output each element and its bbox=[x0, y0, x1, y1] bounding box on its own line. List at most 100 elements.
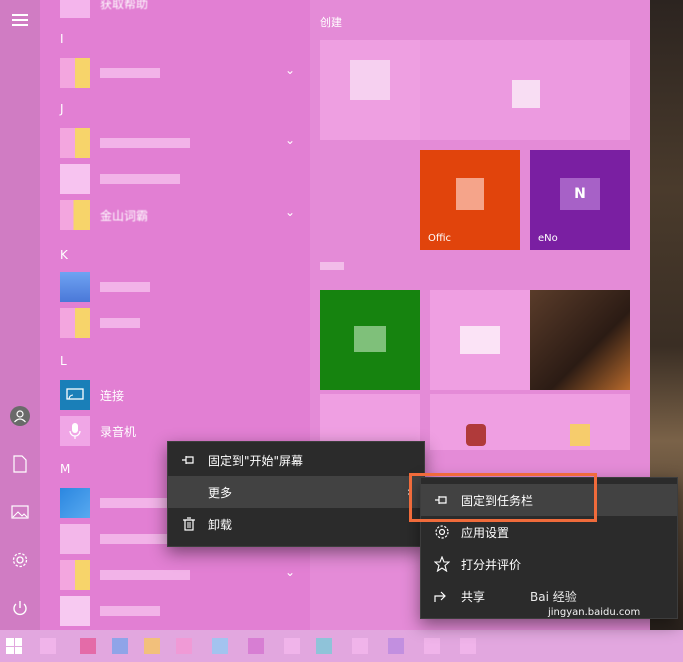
taskbar-item[interactable] bbox=[248, 638, 264, 654]
list-item[interactable]: 金山词霸 ⌄ bbox=[60, 200, 310, 230]
list-item[interactable]: ⌄ bbox=[60, 128, 310, 158]
tile[interactable] bbox=[430, 290, 530, 390]
menu-item-label: 应用设置 bbox=[461, 525, 510, 540]
taskbar-item[interactable] bbox=[284, 638, 300, 654]
list-item[interactable] bbox=[60, 308, 310, 338]
app-icon bbox=[60, 596, 90, 626]
menu-item-more[interactable]: 更多 › bbox=[168, 476, 424, 508]
pin-icon bbox=[180, 454, 198, 466]
onenote-tile[interactable]: N eNo bbox=[530, 150, 630, 250]
taskbar-item[interactable] bbox=[212, 638, 228, 654]
connect-icon bbox=[60, 380, 90, 410]
chevron-down-icon: ⌄ bbox=[285, 63, 296, 77]
settings-gear-icon[interactable] bbox=[8, 548, 32, 572]
list-item[interactable] bbox=[60, 272, 310, 302]
app-label: 金山词霸 bbox=[100, 209, 149, 223]
taskbar-item[interactable] bbox=[352, 638, 368, 654]
list-item[interactable]: ⌄ bbox=[60, 58, 310, 88]
tile-group-title: 创建 bbox=[320, 16, 342, 29]
trash-icon bbox=[180, 517, 198, 531]
taskbar-item[interactable] bbox=[388, 638, 404, 654]
menu-item-uninstall[interactable]: 卸载 bbox=[168, 508, 424, 540]
gear-icon bbox=[433, 524, 451, 540]
start-left-rail bbox=[0, 0, 40, 630]
onenote-icon-letter: N bbox=[574, 186, 586, 202]
documents-icon[interactable] bbox=[8, 452, 32, 476]
taskbar-item[interactable] bbox=[112, 638, 128, 654]
chevron-down-icon: ⌄ bbox=[285, 133, 296, 147]
share-icon bbox=[433, 589, 451, 603]
tile[interactable] bbox=[530, 394, 630, 450]
list-item[interactable] bbox=[60, 596, 310, 626]
annotation-highlight-box bbox=[409, 473, 597, 522]
tile-icon bbox=[350, 60, 390, 100]
windows-start-icon[interactable] bbox=[6, 638, 22, 654]
office-icon bbox=[456, 178, 484, 210]
tile-label: Offic bbox=[428, 233, 452, 244]
tile-icon bbox=[354, 326, 386, 352]
section-letter[interactable]: M bbox=[60, 462, 70, 476]
section-letter[interactable]: J bbox=[60, 102, 64, 116]
taskbar bbox=[0, 630, 683, 662]
context-menu: 固定到"开始"屏幕 更多 › 卸载 bbox=[167, 441, 425, 547]
app-icon bbox=[60, 308, 90, 338]
office-tile[interactable]: Offic bbox=[420, 150, 520, 250]
star-icon bbox=[433, 556, 451, 572]
tile[interactable] bbox=[320, 40, 420, 140]
taskbar-item[interactable] bbox=[144, 638, 160, 654]
menu-item-label: 固定到"开始"屏幕 bbox=[208, 453, 304, 468]
app-icon bbox=[60, 164, 90, 194]
desktop: 获取帮助 I ⌄ J ⌄ 金山词霸 ⌄ K L 连接 录音机 M ⌄ 创建 Of… bbox=[0, 0, 683, 662]
taskbar-item[interactable] bbox=[316, 638, 332, 654]
list-item[interactable]: 获取帮助 bbox=[60, 0, 310, 18]
taskbar-item[interactable] bbox=[460, 638, 476, 654]
menu-item-label: 共享 bbox=[461, 589, 486, 604]
app-label: 录音机 bbox=[100, 425, 137, 439]
app-icon bbox=[60, 488, 90, 518]
chevron-down-icon: ⌄ bbox=[285, 205, 296, 219]
section-letter[interactable]: L bbox=[60, 354, 67, 368]
tile[interactable] bbox=[420, 40, 630, 140]
blurred-label bbox=[100, 318, 140, 328]
blurred-label bbox=[100, 174, 180, 184]
pictures-icon[interactable] bbox=[8, 500, 32, 524]
taskbar-item[interactable] bbox=[40, 638, 56, 654]
app-icon bbox=[60, 272, 90, 302]
app-label: 连接 bbox=[100, 389, 125, 403]
chevron-down-icon: ⌄ bbox=[285, 565, 296, 579]
tile[interactable] bbox=[430, 394, 530, 450]
menu-item-pin-to-start[interactable]: 固定到"开始"屏幕 bbox=[168, 444, 424, 476]
menu-item-label: 卸载 bbox=[208, 517, 233, 532]
menu-item-rate-review[interactable]: 打分并评价 bbox=[421, 548, 677, 580]
tile-icon bbox=[512, 80, 540, 108]
tile-icon bbox=[466, 424, 486, 446]
blurred-label bbox=[100, 68, 160, 78]
app-icon bbox=[60, 560, 90, 590]
voice-recorder-icon bbox=[60, 416, 90, 446]
taskbar-item[interactable] bbox=[424, 638, 440, 654]
blurred-label bbox=[100, 570, 190, 580]
power-icon[interactable] bbox=[8, 596, 32, 620]
app-icon bbox=[60, 128, 90, 158]
watermark-url: jingyan.baidu.com bbox=[548, 607, 641, 618]
app-icon bbox=[60, 200, 90, 230]
app-icon bbox=[60, 0, 90, 18]
section-letter[interactable]: K bbox=[60, 248, 68, 262]
photo-tile[interactable] bbox=[530, 290, 630, 390]
app-icon bbox=[60, 58, 90, 88]
blurred-label bbox=[100, 606, 160, 616]
app-icon bbox=[60, 524, 90, 554]
hamburger-menu-icon[interactable] bbox=[8, 8, 32, 32]
section-letter[interactable]: I bbox=[60, 32, 64, 46]
taskbar-item[interactable] bbox=[80, 638, 96, 654]
list-item[interactable] bbox=[60, 164, 310, 194]
user-avatar-icon[interactable] bbox=[8, 404, 32, 428]
list-item[interactable]: ⌄ bbox=[60, 560, 310, 590]
app-label: 获取帮助 bbox=[100, 0, 149, 11]
taskbar-item[interactable] bbox=[176, 638, 192, 654]
green-tile[interactable] bbox=[320, 290, 420, 390]
tile-label: eNo bbox=[538, 233, 558, 244]
onenote-icon: N bbox=[560, 178, 600, 210]
list-item[interactable]: 连接 bbox=[60, 380, 310, 410]
tile-icon bbox=[570, 424, 590, 446]
